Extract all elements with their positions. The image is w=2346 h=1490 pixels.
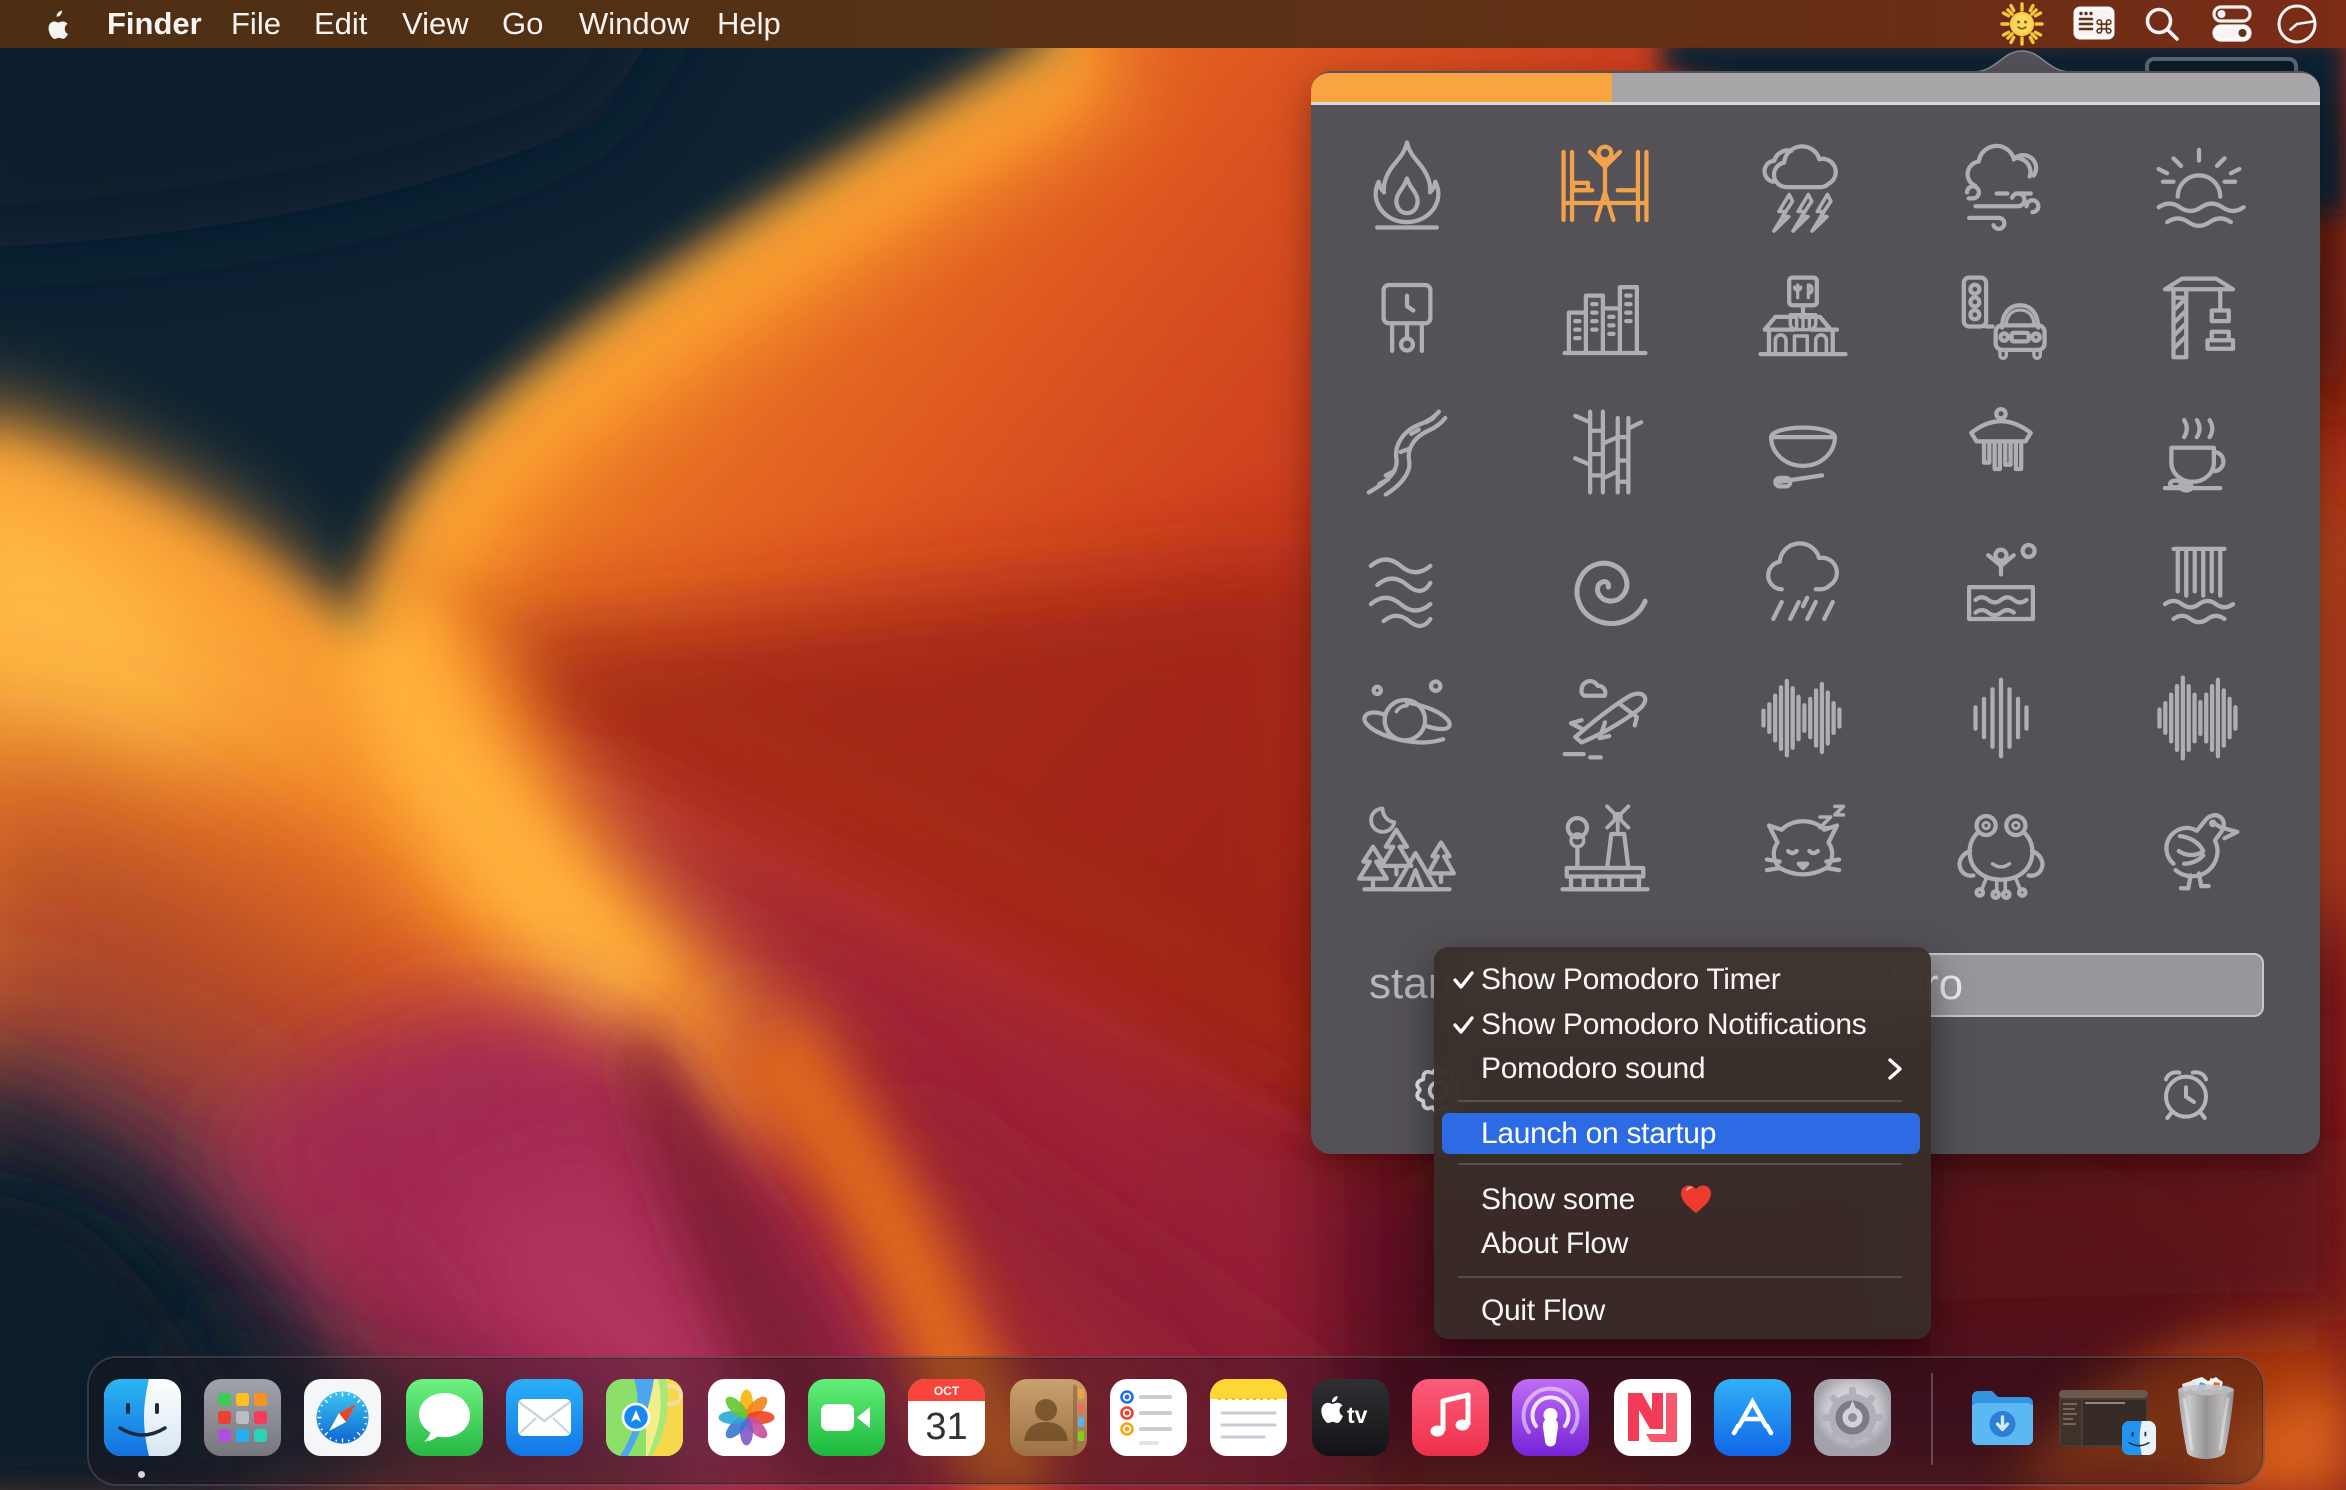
- svg-text:31: 31: [925, 1406, 967, 1448]
- svg-text:OCT: OCT: [934, 1384, 960, 1398]
- svg-text:tv: tv: [1347, 1402, 1368, 1428]
